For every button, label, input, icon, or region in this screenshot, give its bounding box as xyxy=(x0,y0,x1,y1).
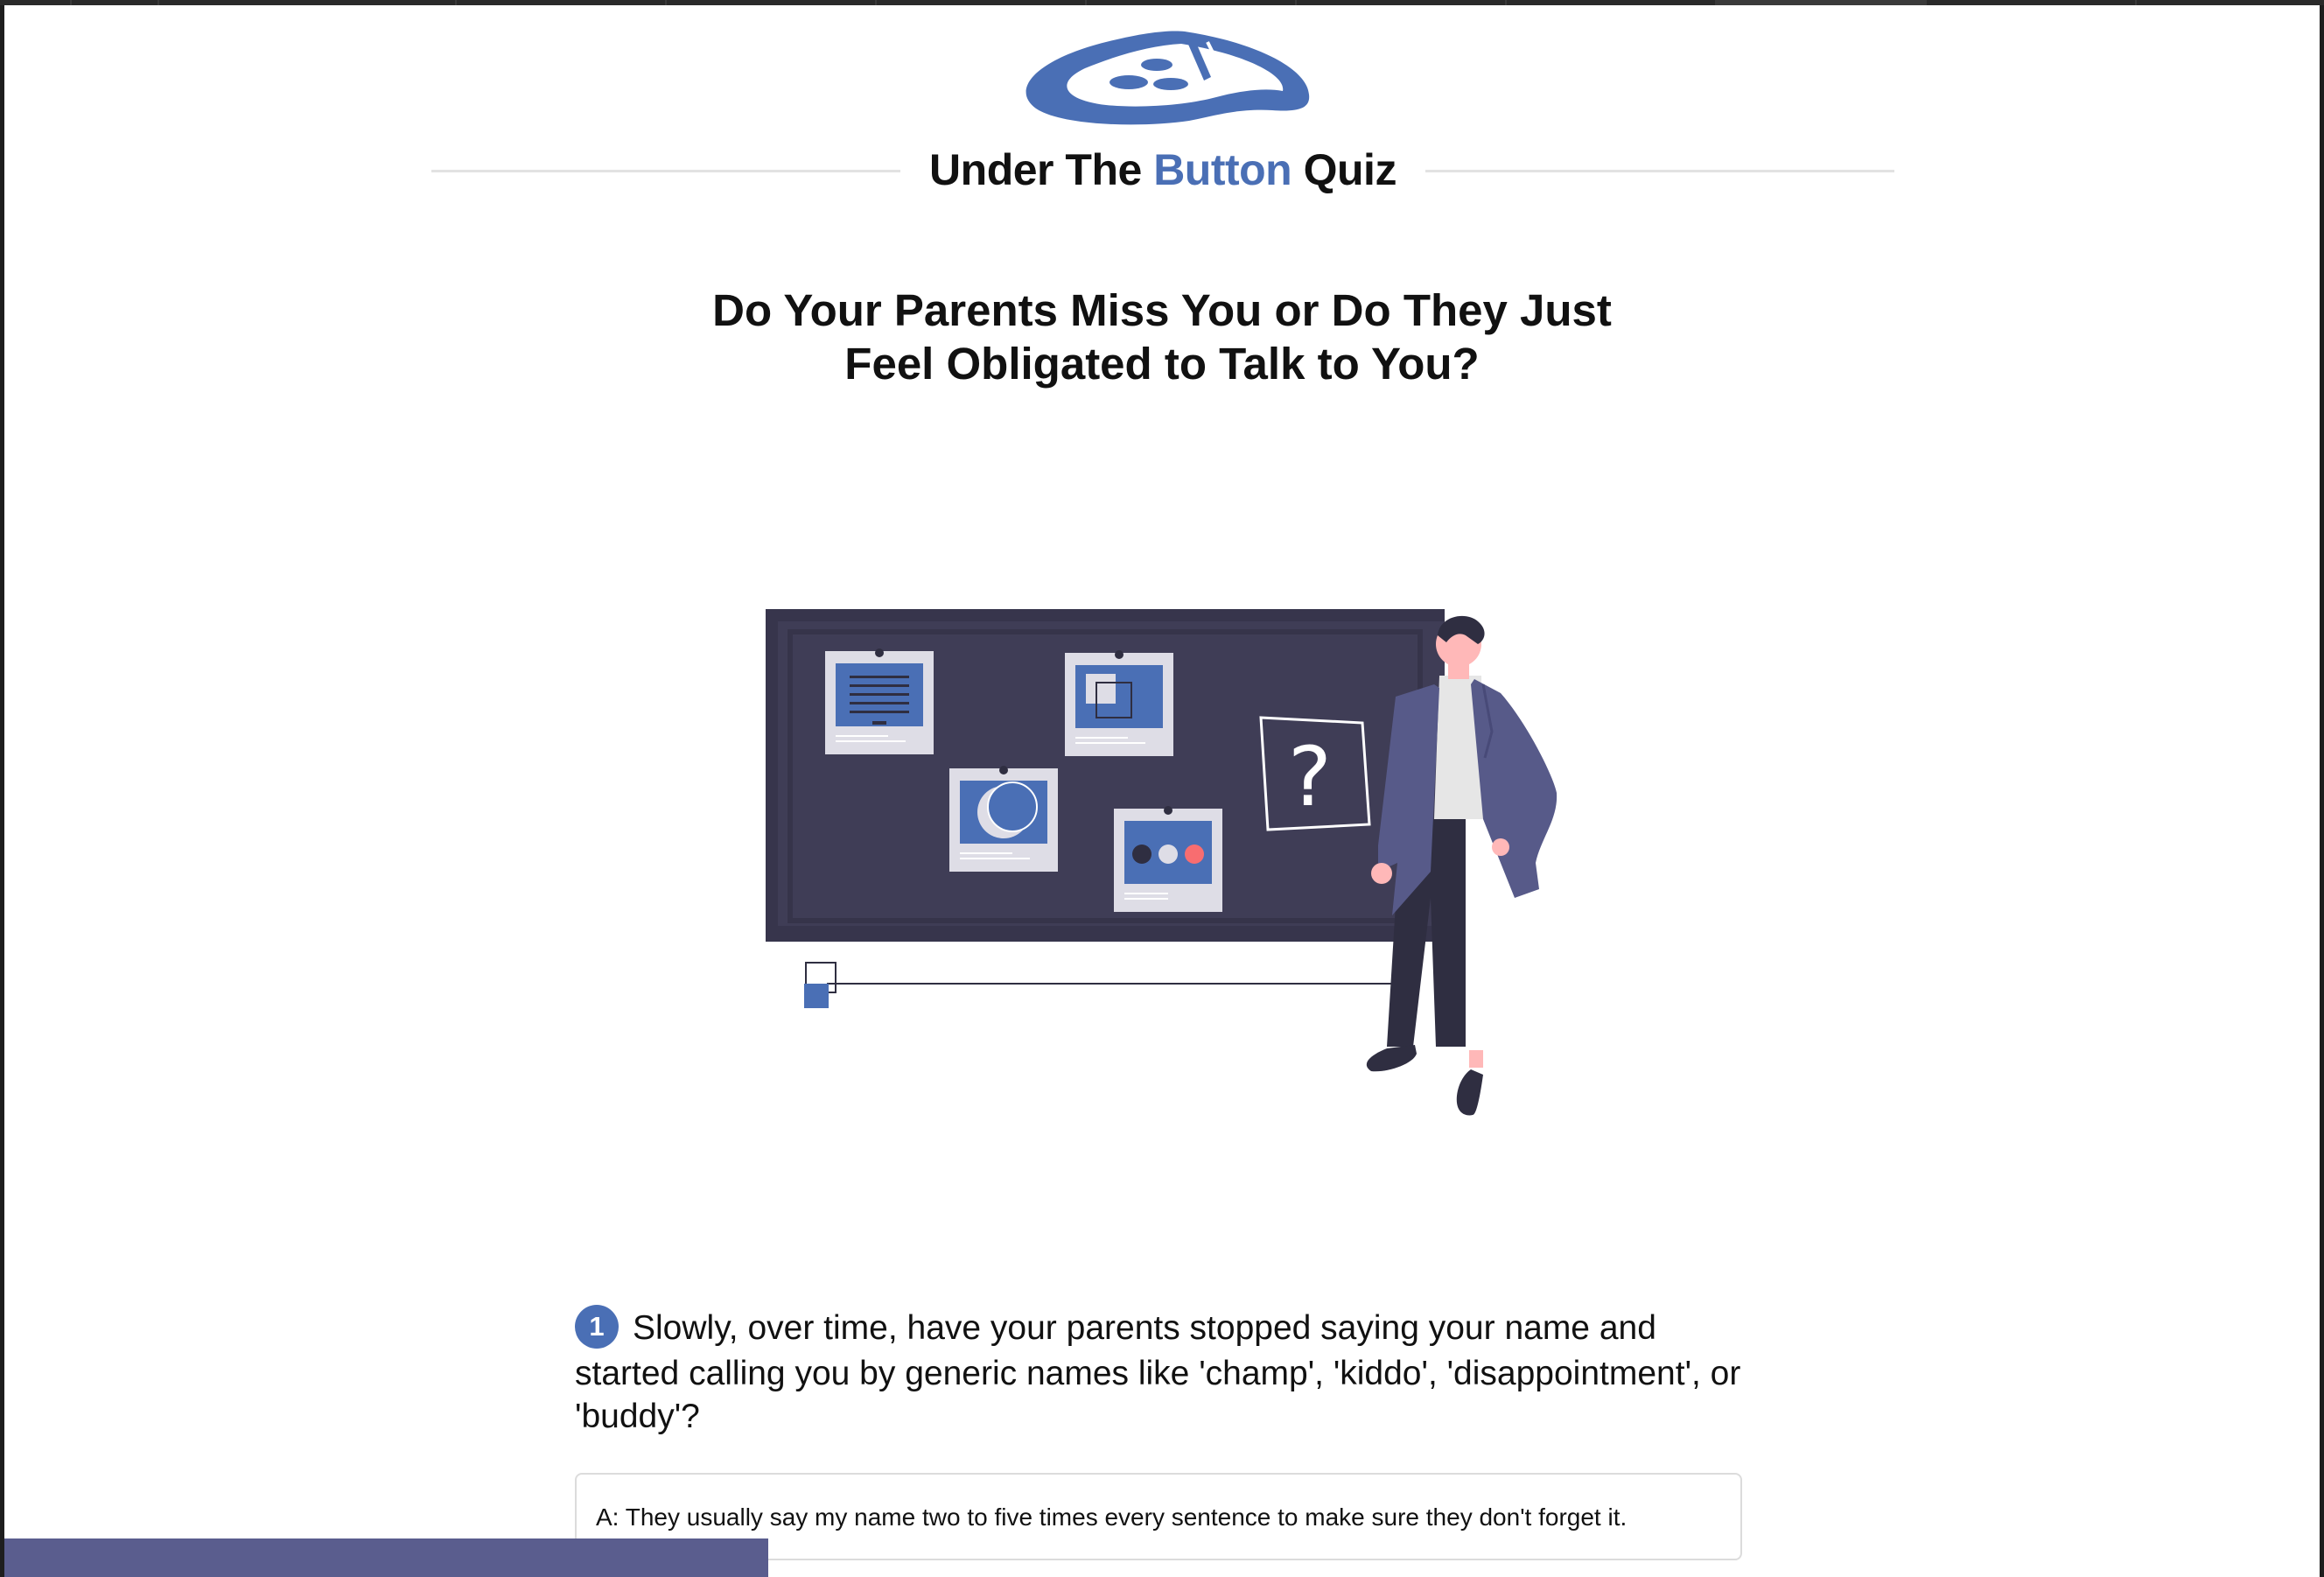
question-text: Slowly, over time, have your parents sto… xyxy=(575,1309,1741,1435)
person-at-board-illustration: ? xyxy=(766,609,1571,1125)
question-number-badge: 1 xyxy=(575,1304,619,1349)
quiz-page: Under The Button Quiz Do Your Parents Mi… xyxy=(4,5,2320,1577)
quiz-title-line2: Feel Obligated to Talk to You? xyxy=(844,339,1480,389)
brand-accent: Button xyxy=(1153,145,1292,194)
quiz-title: Do Your Parents Miss You or Do They Just… xyxy=(669,284,1655,390)
quiz-progress-fill xyxy=(4,1538,769,1577)
pizza-slice-logo-icon[interactable] xyxy=(1010,25,1316,130)
answer-option-label: A: They usually say my name two to five … xyxy=(596,1503,1628,1531)
brand-prefix: Under The xyxy=(929,145,1154,194)
question-mark-glyph: ? xyxy=(1288,730,1332,825)
divider-right xyxy=(1425,170,1894,172)
brand-suffix: Quiz xyxy=(1292,145,1397,194)
quiz-title-line1: Do Your Parents Miss You or Do They Just xyxy=(712,285,1612,335)
brand-header: Under The Button Quiz xyxy=(431,141,1894,202)
quiz-progress-bar xyxy=(4,1538,2320,1577)
question-1: 1 Slowly, over time, have your parents st… xyxy=(575,1304,1747,1438)
